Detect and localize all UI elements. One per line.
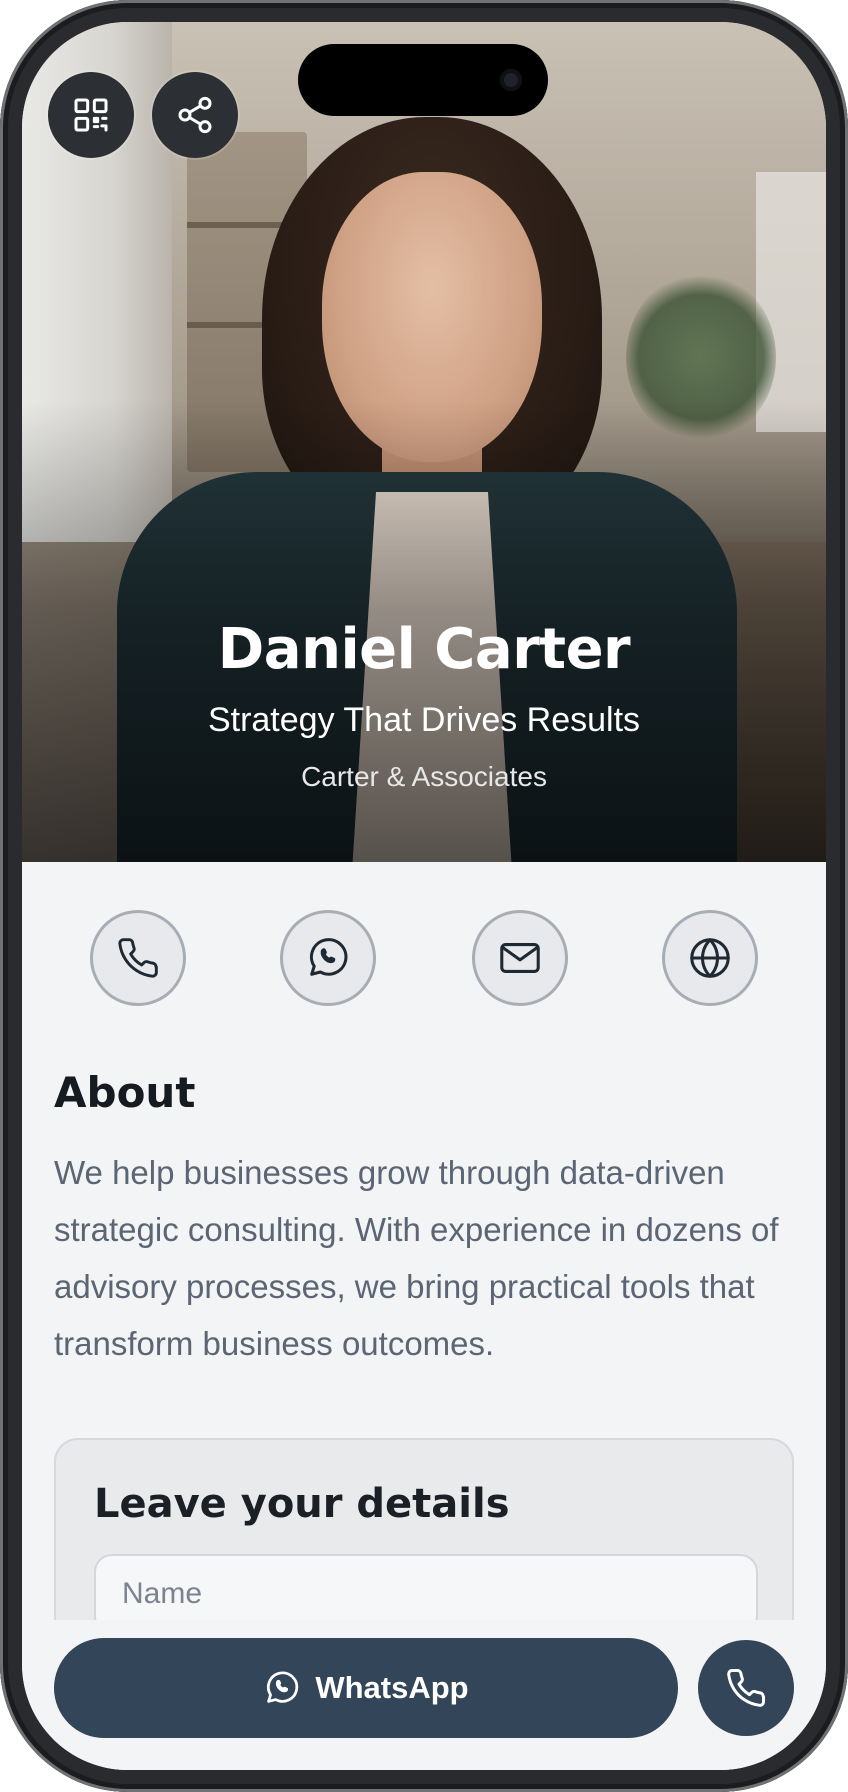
mail-icon [500, 943, 540, 973]
whatsapp-icon [267, 1671, 299, 1703]
whatsapp-contact-button[interactable] [280, 910, 376, 1006]
share-button[interactable] [152, 72, 238, 158]
phone-icon [727, 1669, 765, 1707]
hero-text-block: Daniel Carter Strategy That Drives Resul… [22, 622, 826, 793]
globe-icon [690, 938, 730, 978]
profile-tagline: Strategy That Drives Results [207, 701, 641, 739]
call-contact-button[interactable] [90, 910, 186, 1006]
profile-company: Carter & Associates [301, 761, 547, 793]
share-icon [178, 96, 212, 134]
qr-code-icon [74, 98, 108, 132]
about-description: We help businesses grow through data-dri… [54, 1154, 779, 1362]
about-heading: About [54, 1068, 196, 1117]
email-contact-button[interactable] [472, 910, 568, 1006]
whatsapp-button[interactable]: WhatsApp [54, 1638, 678, 1738]
screen: Daniel Carter Strategy That Drives Resul… [22, 22, 826, 1770]
whatsapp-button-label: WhatsApp [315, 1670, 469, 1705]
profile-name: Daniel Carter [217, 617, 631, 682]
dynamic-island [298, 44, 548, 116]
contact-actions-row [22, 910, 826, 1006]
qr-code-button[interactable] [48, 72, 134, 158]
whatsapp-icon [309, 938, 348, 976]
profile-hero-photo: Daniel Carter Strategy That Drives Resul… [22, 22, 826, 862]
lead-form-heading: Leave your details [94, 1481, 510, 1527]
website-contact-button[interactable] [662, 910, 758, 1006]
call-button[interactable] [698, 1640, 794, 1736]
front-camera [500, 69, 522, 91]
phone-icon [118, 938, 158, 978]
